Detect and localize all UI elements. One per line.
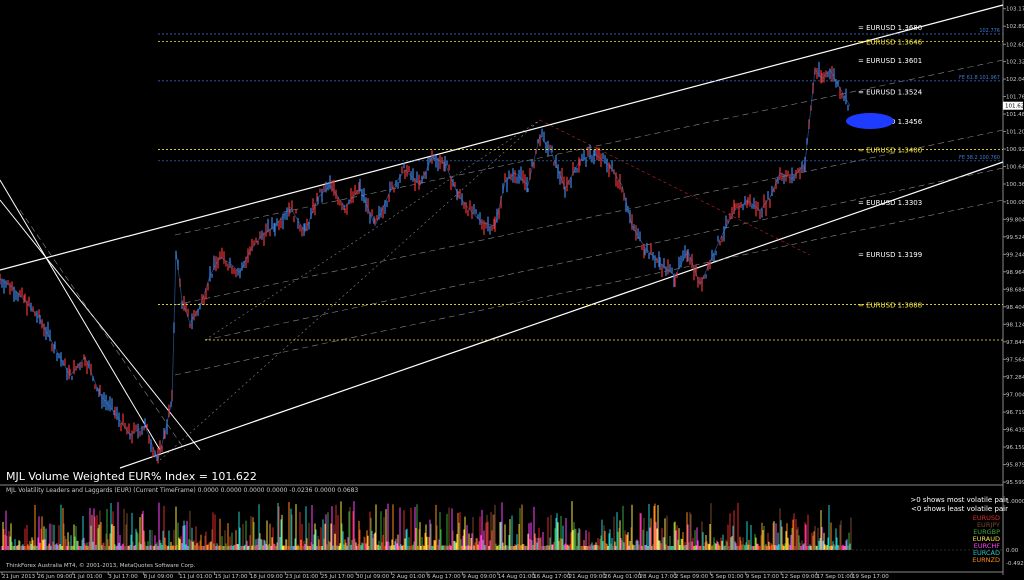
level-label: = EURUSD 1.3680 [858, 24, 922, 32]
price-series [0, 61, 851, 464]
y-tick-label: 99.244 [1006, 252, 1024, 258]
channel-line [539, 119, 811, 256]
y-tick-label: 103.174 [1006, 7, 1024, 13]
fib-label: FE 61.8 101.967 [959, 75, 1000, 81]
x-tick-label: 30 Jul 09:00 [356, 574, 389, 580]
x-tick-label: 26 Aug 01:00 [604, 574, 642, 580]
x-tick-label: 15 Jul 17:00 [215, 574, 248, 580]
channel-line [0, 199, 201, 451]
x-tick-label: 21 Aug 09:00 [569, 574, 607, 580]
y-tick-label: 101.769 [1006, 95, 1024, 101]
level-label: = EURUSD 1.3400 [858, 147, 922, 155]
x-tick-label: 17 Sep 01:00 [817, 574, 854, 580]
highlight-ellipse [846, 113, 894, 129]
y-tick-label: 97.284 [1006, 375, 1024, 381]
y-tick-label: 102.605 [1006, 42, 1024, 48]
x-tick-label: 14 Aug 01:00 [498, 574, 536, 580]
y-tick-label: 96.439 [1006, 428, 1024, 434]
fib-label: 102.776 [979, 28, 1000, 34]
y-tick-label: 101.209 [1006, 130, 1024, 136]
level-label: = EURUSD 1.3199 [858, 251, 922, 259]
x-tick-label: 6 Aug 17:00 [427, 574, 461, 580]
x-tick-label: 12 Sep 09:00 [781, 574, 818, 580]
x-tick-label: 2 Aug 01:00 [392, 574, 426, 580]
y-tick-label: 100.084 [1006, 200, 1024, 206]
level-label: = EURUSD 1.3524 [858, 88, 923, 96]
y-tick-label: 100.649 [1006, 165, 1024, 171]
y-tick-label: 98.964 [1006, 270, 1024, 276]
x-tick-label: 9 Sep 17:00 [746, 574, 780, 580]
y-tick-label: 96.719 [1006, 410, 1024, 416]
indicator-y-tick: -0.4928 [1006, 561, 1024, 567]
copyright: ThinkForex Australia MT4, © 2001-2013, M… [5, 562, 196, 569]
fib-label: FE 38.2 100.760 [959, 155, 1000, 161]
y-tick-label: 98.124 [1006, 322, 1024, 328]
x-tick-label: 26 Jun 09:00 [37, 574, 72, 580]
channel-line [19, 209, 186, 451]
x-tick-label: 18 Jul 09:00 [250, 574, 283, 580]
x-tick-label: 2 Sep 09:00 [675, 574, 709, 580]
indicator-note-2: <0 shows least volatile pair [911, 505, 1008, 513]
x-axis: 21 Jun 2013 26 Jun 09:00 1 Jul 01:00 3 Jul … [1, 572, 889, 580]
channel-line [0, 4, 1004, 271]
x-tick-label: 5 Sep 01:00 [710, 574, 744, 580]
channel-line [174, 199, 1004, 376]
indicator-y-tick: 1.0000 [1006, 499, 1024, 505]
x-tick-label: 3 Jul 17:00 [108, 574, 138, 580]
level-label: = EURUSD 1.3646 [858, 38, 923, 46]
x-tick-label: 8 Jul 09:00 [144, 574, 174, 580]
level-label: = EURUSD 1.3601 [858, 57, 922, 65]
y-tick-label: 101.489 [1006, 112, 1024, 118]
indicator-note-1: >0 shows most volatile pair [910, 496, 1008, 504]
y-tick-label: 99.524 [1006, 235, 1024, 241]
price-line [0, 68, 851, 462]
level-label: = EURUSD 1.3088 [858, 302, 922, 310]
eurusd-levels: = EURUSD 1.3680 = EURUSD 1.3646 = EURUSD 1… [158, 24, 1003, 310]
x-tick-label: 25 Jul 17:00 [321, 574, 354, 580]
legend-entry: EURNZD [972, 556, 1000, 564]
y-tick-label: 100.929 [1006, 147, 1024, 153]
level-label: = EURUSD 1.3303 [858, 199, 922, 207]
x-tick-label: 9 Aug 09:00 [462, 574, 496, 580]
indicator-y-tick: 0.00 [1006, 548, 1019, 554]
x-tick-label: 23 Jul 01:00 [285, 574, 318, 580]
current-price-label: 101.622 [1005, 104, 1024, 110]
y-tick-label: 99.804 [1006, 217, 1024, 223]
y-tick-label: 98.684 [1006, 287, 1024, 293]
channel-line [159, 119, 541, 461]
index-title: MJL Volume Weighted EUR% Index = 101.622 [6, 470, 257, 483]
y-tick-label: 97.004 [1006, 392, 1024, 398]
y-tick-label: 102.329 [1006, 60, 1024, 66]
y-tick-label: 95.599 [1006, 480, 1024, 486]
y-tick-label: 98.404 [1006, 305, 1024, 311]
indicator-title: MJL Volatility Leaders and Laggards (EUR… [6, 487, 358, 494]
x-tick-label: 16 Aug 17:00 [533, 574, 571, 580]
x-tick-label: 19 Sep 17:00 [852, 574, 889, 580]
y-axis: 103.174 102.894 102.605 102.329 102.049 101.7… [1003, 7, 1024, 486]
channel-line [0, 179, 161, 451]
volatility-indicator: 1.00000.00-0.4928EURUSDEURJPYEURGBPEURAU… [0, 499, 1024, 567]
y-tick-label: 102.049 [1006, 77, 1024, 83]
x-tick-label: 1 Jul 01:00 [73, 574, 103, 580]
x-tick-label: 11 Jul 01:00 [179, 574, 212, 580]
y-tick-label: 96.159 [1006, 445, 1024, 451]
x-tick-label: 28 Aug 17:00 [640, 574, 678, 580]
y-tick-label: 95.879 [1006, 463, 1024, 469]
y-tick-label: 97.844 [1006, 340, 1024, 346]
y-tick-label: 102.894 [1006, 24, 1024, 30]
channel-line [119, 161, 1004, 469]
y-tick-label: 97.564 [1006, 357, 1024, 363]
chart-canvas: 102.776 FE 61.8 101.967 FE 38.2 100.760 = … [0, 0, 1024, 580]
x-tick-label: 21 Jun 2013 [2, 574, 36, 580]
y-tick-label: 100.369 [1006, 182, 1024, 188]
